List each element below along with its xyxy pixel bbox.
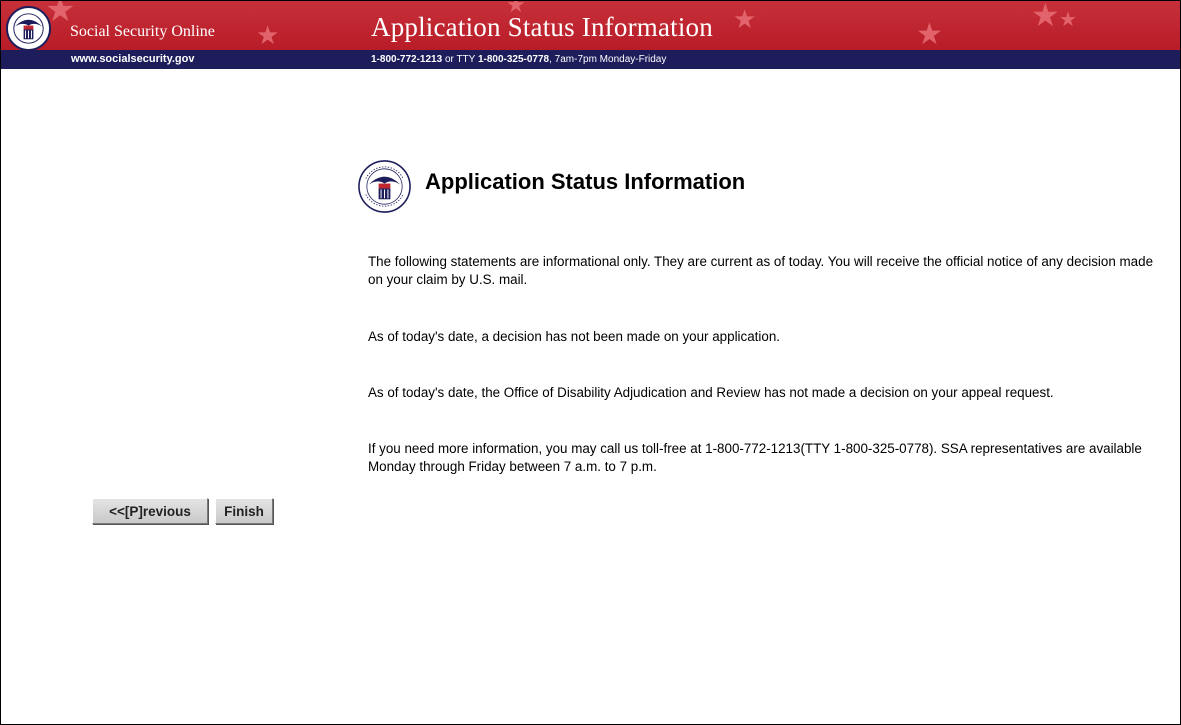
star-decoration-icon: ★: [1059, 7, 1077, 31]
status-statement: The following statements are information…: [368, 254, 1154, 287]
finish-button[interactable]: Finish: [215, 498, 273, 524]
ssa-seal-icon: [5, 5, 52, 50]
phone-hours: , 7am-7pm Monday-Friday: [549, 54, 667, 65]
star-decoration-icon: ★: [1031, 1, 1060, 34]
ssa-seal-icon: [358, 160, 411, 213]
status-statement: If you need more information, you may ca…: [368, 441, 1142, 474]
site-name[interactable]: Social Security Online: [70, 23, 215, 41]
star-decoration-icon: ★: [916, 17, 943, 50]
status-statement: As of today's date, a decision has not b…: [368, 329, 780, 344]
phone-tty: 1-800-325-0778: [477, 54, 550, 65]
header-banner: ★ ★ ★ ★ ★ ★ ★ Social Security Online App…: [1, 1, 1180, 50]
previous-button[interactable]: <<[P]revious: [92, 498, 208, 524]
page-title: Application Status Information: [425, 169, 746, 194]
status-statement: As of today's date, the Office of Disabi…: [368, 385, 1054, 400]
contact-phone-line: 1-800-772-1213 or TTY 1-800-325-0778, 7a…: [371, 54, 666, 65]
star-decoration-icon: ★: [256, 21, 280, 50]
site-url-link[interactable]: www.socialsecurity.gov: [71, 53, 195, 65]
star-decoration-icon: ★: [733, 5, 757, 35]
banner-title: Application Status Information: [371, 12, 713, 42]
phone-primary: 1-800-772-1213: [371, 54, 443, 65]
page-frame: ★ ★ ★ ★ ★ ★ ★ Social Security Online App…: [0, 0, 1181, 725]
phone-or-tty: or TTY: [442, 54, 478, 65]
